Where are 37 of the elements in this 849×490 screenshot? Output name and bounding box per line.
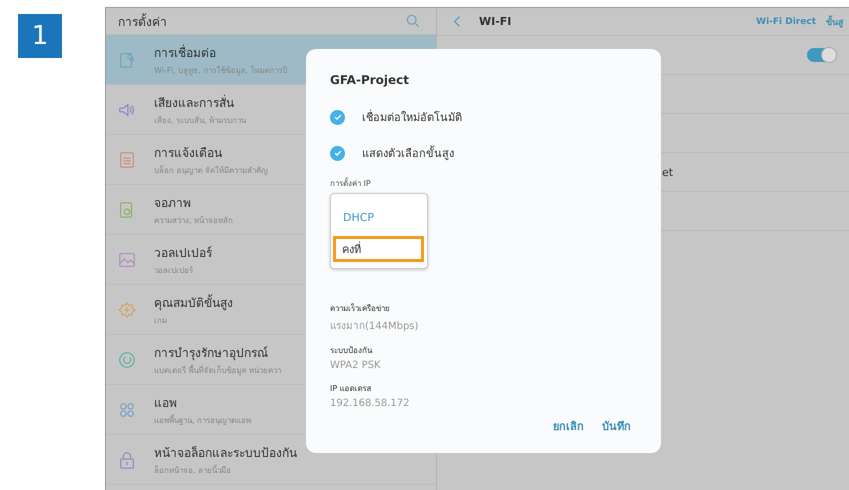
- check-icon: [332, 148, 342, 158]
- detail-value: WPA2 PSK: [330, 360, 382, 371]
- item-title: วอลเปเปอร์: [154, 244, 212, 262]
- dialog-title: GFA-Project: [330, 73, 410, 87]
- item-subtitle: Wi-Fi, บลูทูธ, การใช้ข้อมูล, โหมดการบิ: [154, 64, 288, 76]
- settings-title: การตั้งค่า: [118, 12, 167, 30]
- step-number-badge: 1: [18, 14, 62, 58]
- checkbox[interactable]: [330, 146, 345, 160]
- search-icon[interactable]: [406, 14, 420, 28]
- item-title: คุณสมบัติขั้นสูง: [154, 293, 233, 312]
- item-title: แอพ: [154, 394, 178, 412]
- item-subtitle: แบตเตอรี่ พื้นที่จัดเก็บข้อมูล หน่วยควา: [154, 364, 282, 376]
- wifi-toggle[interactable]: [807, 48, 835, 62]
- wifi-title: WI-FI: [479, 15, 512, 28]
- item-title: จอภาพ: [154, 194, 192, 212]
- checkbox[interactable]: [330, 110, 345, 124]
- item-title: การแจ้งเตือน: [154, 144, 223, 162]
- item-subtitle: ล็อกหน้าจอ, ลายนิ้วมือ: [154, 464, 232, 476]
- item-title: เสียงและการสั่น: [154, 94, 235, 112]
- item-title: การบำรุงรักษาอุปกรณ์: [154, 344, 269, 362]
- detail-label: ระบบป้องกัน: [330, 345, 374, 357]
- network-name: et: [662, 166, 674, 178]
- item-subtitle: วอลเปเปอร์: [154, 264, 194, 276]
- item-subtitle: แอพพื้นฐาน, การอนุญาตแอพ: [154, 414, 252, 426]
- item-subtitle: ความสว่าง, หน้าจอหลัก: [154, 214, 234, 226]
- detail-value: แรงมาก(144Mbps): [330, 320, 420, 333]
- item-subtitle: เสียง, ระบบสั่น, ห้ามรบกวน: [154, 114, 246, 126]
- check-icon: [332, 112, 342, 122]
- detail-value: 192.168.58.172: [330, 398, 411, 409]
- detail-label: IP แอดเดรส: [330, 383, 373, 395]
- back-icon[interactable]: [453, 15, 461, 28]
- item-subtitle: บล็อก อนุญาต จัดให้มีความสำคัญ: [154, 164, 268, 176]
- item-subtitle: เกม: [154, 314, 168, 326]
- detail-label: ความเร็วเครือข่าย: [330, 302, 391, 315]
- item-title: หน้าจอล็อกและระบบป้องกัน: [154, 444, 297, 462]
- item-title: การเชื่อมต่อ: [154, 44, 217, 62]
- menu-option[interactable]: คงที่: [333, 236, 424, 262]
